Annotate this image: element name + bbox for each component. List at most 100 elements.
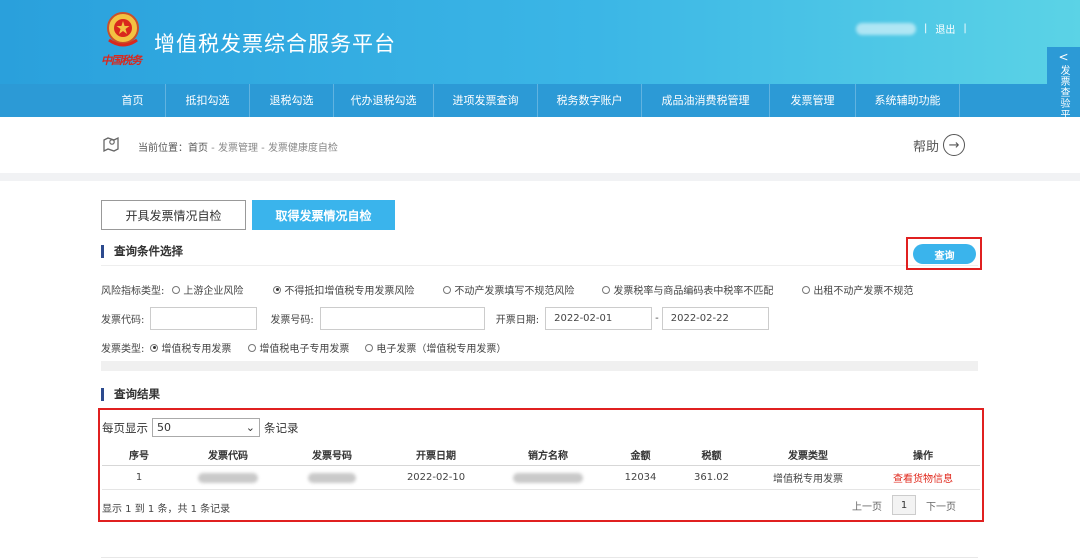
query-section-title: 查询条件选择: [101, 245, 183, 258]
pagination: 上一页 1 下一页: [852, 495, 956, 515]
col-header[interactable]: 发票代码: [176, 444, 280, 465]
page-size-select[interactable]: 50 ⌄: [152, 418, 260, 437]
col-header[interactable]: 税额: [673, 444, 750, 465]
nav-item[interactable]: 抵扣勾选: [166, 84, 250, 117]
breadcrumb-sep: -: [257, 143, 268, 154]
cell-invoice-type: 增值税专用发票: [773, 474, 843, 485]
cell-index: 1: [135, 472, 143, 483]
risk-option[interactable]: 发票税率与商品编码表中税率不匹配: [602, 282, 802, 297]
next-page-button[interactable]: 下一页: [926, 498, 956, 513]
header: 中国税务 增值税发票综合服务平台 | 退出 |: [0, 0, 1080, 84]
cell-invoice-number: [280, 466, 384, 489]
col-header[interactable]: 序号: [102, 444, 176, 465]
radio-icon[interactable]: [365, 343, 374, 352]
breadcrumb-home[interactable]: 首页: [188, 143, 208, 154]
col-header[interactable]: 操作: [866, 444, 980, 465]
nav-item[interactable]: 退税勾选: [250, 84, 334, 117]
col-header[interactable]: 销方名称: [488, 444, 608, 465]
invoice-code-label: 发票代码:: [101, 314, 145, 326]
user-area: | 退出 |: [856, 21, 967, 36]
invoice-type-row: 发票类型: 增值税专用发票 增值税电子专用发票 电子发票（增值税专用发票）: [101, 340, 506, 355]
risk-option[interactable]: 出租不动产发票不规范: [802, 282, 913, 297]
results-table: 序号 发票代码 发票号码 开票日期 销方名称 金额 税额 发票类型 操作 1 2…: [102, 444, 980, 490]
table-header: 序号 发票代码 发票号码 开票日期 销方名称 金额 税额 发票类型 操作: [102, 444, 980, 466]
results-summary: 显示 1 到 1 条，共 1 条记录: [102, 504, 231, 515]
risk-option-label: 上游企业风险: [183, 286, 244, 297]
arrow-right-icon: →: [943, 134, 966, 156]
cell-seller-name: [488, 466, 608, 489]
prev-page-button[interactable]: 上一页: [852, 498, 882, 513]
map-location-icon: [103, 136, 119, 153]
risk-type-row: 风险指标类型: 上游企业风险 不得抵扣增值税专用发票风险 不动产发票填写不规范风…: [101, 282, 913, 297]
cell-amount: 12034: [624, 472, 657, 483]
breadcrumb-level1[interactable]: 发票管理: [218, 143, 258, 154]
nav-item[interactable]: 税务数字账户: [538, 84, 642, 117]
risk-option-label: 不动产发票填写不规范风险: [454, 286, 575, 297]
nav-item[interactable]: 代办退税勾选: [334, 84, 434, 117]
date-from-input[interactable]: 2022-02-01: [545, 306, 653, 330]
breadcrumb-bar: 当前位置：首页 - 发票管理 - 发票健康度自检 帮助 →: [0, 117, 1080, 173]
query-button[interactable]: 查询: [913, 244, 976, 264]
col-header[interactable]: 发票类型: [750, 444, 866, 465]
main-panel: 开具发票情况自检 取得发票情况自检 查询条件选择 查询 风险指标类型: 上游企业…: [0, 181, 1080, 559]
risk-option[interactable]: 不得抵扣增值税专用发票风险: [273, 282, 443, 297]
risk-option[interactable]: 不动产发票填写不规范风险: [443, 282, 602, 297]
cell-action: 查看货物信息: [866, 466, 980, 489]
results-section-title: 查询结果: [101, 388, 160, 401]
nav-item[interactable]: 成品油消费税管理: [642, 84, 770, 117]
radio-selected-icon[interactable]: [273, 285, 282, 294]
risk-option[interactable]: 上游企业风险: [172, 282, 273, 297]
main-nav: 首页 抵扣勾选 退税勾选 代办退税勾选 进项发票查询 税务数字账户 成品油消费税管理 发票管理…: [0, 84, 1080, 117]
tab-issue-self-check[interactable]: 开具发票情况自检: [101, 200, 246, 230]
divider-strip: [101, 361, 978, 371]
invoice-number-input[interactable]: [319, 306, 485, 330]
page-number-button[interactable]: 1: [892, 495, 916, 515]
radio-selected-icon[interactable]: [150, 343, 159, 352]
radio-icon[interactable]: [602, 285, 611, 294]
divider: [101, 557, 978, 558]
separator: |: [963, 23, 967, 34]
col-header[interactable]: 开票日期: [384, 444, 488, 465]
page-size-row: 每页显示 50 ⌄ 条记录: [102, 418, 299, 437]
breadcrumb-prefix: 当前位置：: [138, 143, 188, 154]
cell-invoice-code: [176, 466, 280, 489]
col-header[interactable]: 金额: [608, 444, 673, 465]
breadcrumb-sep: -: [208, 143, 218, 154]
type-option-label: 增值税电子专用发票: [259, 344, 350, 355]
type-option[interactable]: 增值税电子专用发票: [248, 340, 365, 355]
risk-option-label: 出租不动产发票不规范: [813, 286, 914, 297]
nav-item[interactable]: 首页: [100, 84, 166, 117]
radio-icon[interactable]: [172, 285, 181, 294]
nav-item[interactable]: 进项发票查询: [434, 84, 538, 117]
help-button[interactable]: 帮助 →: [913, 134, 966, 156]
date-to-input[interactable]: 2022-02-22: [661, 306, 769, 330]
page-size-value: 50: [157, 421, 171, 434]
chevron-down-icon: ⌄: [245, 421, 255, 434]
type-option[interactable]: 增值税专用发票: [150, 340, 248, 355]
cell-tax: 361.02: [694, 472, 729, 483]
tab-receive-self-check[interactable]: 取得发票情况自检: [252, 200, 395, 230]
nav-item[interactable]: 系统辅助功能: [856, 84, 960, 117]
date-separator: -: [655, 312, 659, 324]
invoice-code-input[interactable]: [150, 306, 258, 330]
site-title: 增值税发票综合服务平台: [154, 32, 396, 56]
col-header[interactable]: 发票号码: [280, 444, 384, 465]
radio-icon[interactable]: [802, 285, 811, 294]
query-button-highlight: 查询: [906, 237, 982, 270]
blurred-value: [513, 472, 583, 483]
separator: |: [924, 23, 928, 34]
nav-item[interactable]: 发票管理: [770, 84, 856, 117]
risk-type-label: 风险指标类型:: [101, 286, 165, 297]
view-goods-link[interactable]: 查看货物信息: [893, 470, 953, 485]
type-option[interactable]: 电子发票（增值税专用发票）: [365, 340, 506, 355]
radio-icon[interactable]: [443, 285, 452, 294]
results-highlight: 每页显示 50 ⌄ 条记录 序号 发票代码 发票号码 开票日期 销方名称 金额 …: [98, 408, 984, 522]
radio-icon[interactable]: [248, 343, 257, 352]
risk-option-label: 不得抵扣增值税专用发票风险: [284, 286, 415, 297]
blurred-value: [308, 472, 356, 483]
type-option-label: 增值税专用发票: [161, 344, 232, 355]
breadcrumb-level2: 发票健康度自检: [267, 143, 338, 154]
logout-link[interactable]: 退出: [935, 21, 955, 36]
breadcrumb: 当前位置：首页 - 发票管理 - 发票健康度自检: [138, 139, 338, 154]
risk-option-label: 发票税率与商品编码表中税率不匹配: [613, 286, 774, 297]
